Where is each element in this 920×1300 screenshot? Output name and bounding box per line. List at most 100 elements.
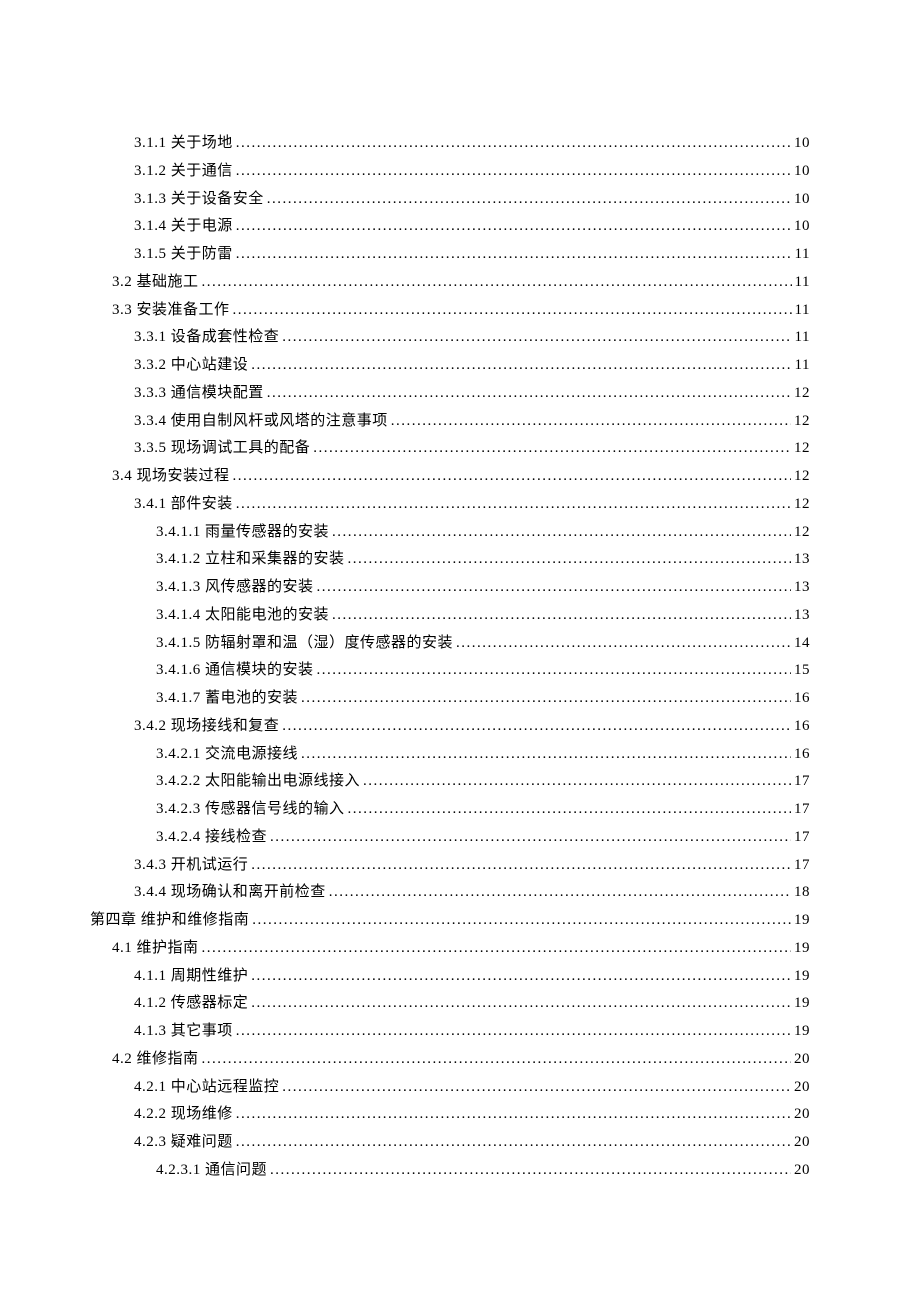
toc-entry[interactable]: 3.1.4 关于电源10 — [90, 213, 810, 241]
toc-entry[interactable]: 3.4.1.3 风传感器的安装13 — [90, 574, 810, 602]
toc-entry[interactable]: 3.4.1.7 蓄电池的安装 16 — [90, 685, 810, 713]
toc-label: 3.3.5 现场调试工具的配备 — [134, 435, 310, 463]
toc-page-number: 19 — [794, 907, 810, 935]
toc-entry[interactable]: 4.1.3 其它事项19 — [90, 1018, 810, 1046]
toc-entry[interactable]: 3.1.5 关于防雷11 — [90, 241, 810, 269]
toc-label: 4.2.3 疑难问题 — [134, 1129, 233, 1157]
toc-page-number: 20 — [794, 1129, 810, 1157]
toc-label: 3.4.2.4 接线检查 — [156, 824, 267, 852]
toc-leader-dots — [282, 713, 791, 741]
toc-label: 3.1.1 关于场地 — [134, 130, 233, 158]
toc-entry[interactable]: 3.4 现场安装过程12 — [90, 463, 810, 491]
toc-leader-dots — [236, 241, 792, 269]
toc-entry[interactable]: 3.3.2 中心站建设11 — [90, 352, 810, 380]
toc-page-number: 16 — [794, 741, 810, 769]
toc-entry[interactable]: 3.3 安装准备工作 11 — [90, 297, 810, 325]
toc-leader-dots — [456, 630, 791, 658]
toc-page-number: 12 — [794, 519, 810, 547]
toc-entry[interactable]: 3.4.1.2 立柱和采集器的安装13 — [90, 546, 810, 574]
toc-leader-dots — [317, 574, 791, 602]
toc-entry[interactable]: 3.4.2.3 传感器信号线的输入17 — [90, 796, 810, 824]
toc-leader-dots — [236, 158, 791, 186]
toc-entry[interactable]: 第四章 维护和维修指南 19 — [90, 907, 810, 935]
toc-label: 3.4.2.1 交流电源接线 — [156, 741, 298, 769]
toc-leader-dots — [236, 213, 791, 241]
toc-label: 3.1.5 关于防雷 — [134, 241, 233, 269]
toc-label: 3.4.1.6 通信模块的安装 — [156, 657, 314, 685]
toc-label: 3.4.2.2 太阳能输出电源线接入 — [156, 768, 360, 796]
toc-entry[interactable]: 3.3.5 现场调试工具的配备 12 — [90, 435, 810, 463]
toc-leader-dots — [251, 352, 791, 380]
toc-page-number: 17 — [794, 852, 810, 880]
toc-entry[interactable]: 4.2.1 中心站远程监控20 — [90, 1074, 810, 1102]
toc-page-number: 13 — [794, 546, 810, 574]
toc-label: 4.1.1 周期性维护 — [134, 963, 248, 991]
toc-entry[interactable]: 3.4.4 现场确认和离开前检查 18 — [90, 879, 810, 907]
toc-entry[interactable]: 3.4.3 开机试运行17 — [90, 852, 810, 880]
toc-entry[interactable]: 3.4.1.4 太阳能电池的安装13 — [90, 602, 810, 630]
toc-label: 3.3.2 中心站建设 — [134, 352, 248, 380]
toc-label: 3.1.3 关于设备安全 — [134, 186, 264, 214]
toc-entry[interactable]: 3.4.2.1 交流电源接线 16 — [90, 741, 810, 769]
toc-page-number: 12 — [794, 491, 810, 519]
toc-entry[interactable]: 3.4.1.6 通信模块的安装 15 — [90, 657, 810, 685]
toc-page-number: 17 — [794, 796, 810, 824]
toc-entry[interactable]: 3.4.2.4 接线检查17 — [90, 824, 810, 852]
toc-entry[interactable]: 3.4.1.5 防辐射罩和温（湿）度传感器的安装14 — [90, 630, 810, 658]
toc-label: 3.3 安装准备工作 — [112, 297, 230, 325]
toc-entry[interactable]: 3.3.1 设备成套性检查11 — [90, 324, 810, 352]
toc-entry[interactable]: 3.2 基础施工11 — [90, 269, 810, 297]
toc-page-number: 17 — [794, 768, 810, 796]
toc-label: 3.4.4 现场确认和离开前检查 — [134, 879, 326, 907]
toc-leader-dots — [282, 324, 791, 352]
toc-page-number: 12 — [794, 408, 810, 436]
toc-label: 3.3.3 通信模块配置 — [134, 380, 264, 408]
toc-page-number: 16 — [794, 685, 810, 713]
toc-entry[interactable]: 4.2.2 现场维修20 — [90, 1101, 810, 1129]
toc-page-number: 16 — [794, 713, 810, 741]
toc-page-number: 19 — [794, 935, 810, 963]
toc-label: 3.1.2 关于通信 — [134, 158, 233, 186]
toc-label: 第四章 维护和维修指南 — [90, 907, 249, 935]
toc-entry[interactable]: 3.3.4 使用自制风杆或风塔的注意事项12 — [90, 408, 810, 436]
toc-page-number: 18 — [794, 879, 810, 907]
toc-entry[interactable]: 3.1.1 关于场地10 — [90, 130, 810, 158]
toc-page-number: 10 — [794, 186, 810, 214]
toc-leader-dots — [363, 768, 791, 796]
toc-entry[interactable]: 4.2.3 疑难问题 20 — [90, 1129, 810, 1157]
toc-leader-dots — [202, 935, 791, 963]
toc-entry[interactable]: 4.2 维修指南20 — [90, 1046, 810, 1074]
toc-entry[interactable]: 3.3.3 通信模块配置12 — [90, 380, 810, 408]
toc-label: 4.2.1 中心站远程监控 — [134, 1074, 279, 1102]
toc-page-number: 13 — [794, 602, 810, 630]
toc-label: 4.2 维修指南 — [112, 1046, 199, 1074]
toc-leader-dots — [251, 990, 791, 1018]
toc-entry[interactable]: 3.1.3 关于设备安全 10 — [90, 186, 810, 214]
toc-leader-dots — [332, 602, 791, 630]
toc-label: 4.1.3 其它事项 — [134, 1018, 233, 1046]
toc-entry[interactable]: 4.1 维护指南19 — [90, 935, 810, 963]
toc-entry[interactable]: 3.4.1.1 雨量传感器的安装12 — [90, 519, 810, 547]
toc-page-number: 12 — [794, 435, 810, 463]
toc-leader-dots — [270, 1157, 791, 1185]
toc-entry[interactable]: 4.2.3.1 通信问题20 — [90, 1157, 810, 1185]
toc-leader-dots — [282, 1074, 791, 1102]
toc-page-number: 15 — [794, 657, 810, 685]
toc-leader-dots — [236, 1101, 791, 1129]
toc-entry[interactable]: 3.4.1 部件安装12 — [90, 491, 810, 519]
toc-leader-dots — [348, 796, 791, 824]
toc-leader-dots — [267, 186, 791, 214]
toc-page-number: 11 — [795, 297, 810, 325]
toc-entry[interactable]: 3.4.2.2 太阳能输出电源线接入 17 — [90, 768, 810, 796]
toc-entry[interactable]: 4.1.2 传感器标定19 — [90, 990, 810, 1018]
toc-leader-dots — [391, 408, 791, 436]
toc-entry[interactable]: 3.4.2 现场接线和复查16 — [90, 713, 810, 741]
toc-entry[interactable]: 3.1.2 关于通信10 — [90, 158, 810, 186]
toc-leader-dots — [348, 546, 791, 574]
toc-page-number: 20 — [794, 1157, 810, 1185]
toc-entry[interactable]: 4.1.1 周期性维护 19 — [90, 963, 810, 991]
toc-page-number: 19 — [794, 963, 810, 991]
toc-leader-dots — [301, 741, 791, 769]
toc-label: 3.4.1.7 蓄电池的安装 — [156, 685, 298, 713]
toc-leader-dots — [202, 269, 792, 297]
